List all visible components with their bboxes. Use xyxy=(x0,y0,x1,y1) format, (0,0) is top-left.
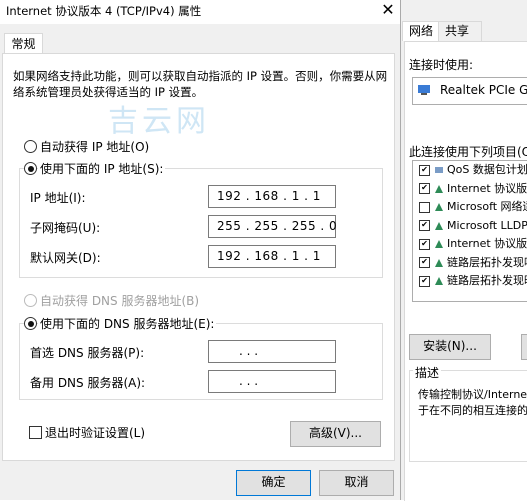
protocol-icon xyxy=(435,184,443,193)
dns-auto-radio[interactable] xyxy=(24,294,37,307)
description-text-1: 传输控制协议/Internet xyxy=(418,388,527,401)
adapter-name: Realtek PCIe GbE xyxy=(440,83,527,97)
dns-preferred-label: 首选 DNS 服务器(P): xyxy=(30,346,145,360)
item-label: Microsoft LLDP 协 xyxy=(447,218,527,232)
dns-alternate-label: 备用 DNS 服务器(A): xyxy=(30,376,146,390)
gateway-label: 默认网关(D): xyxy=(30,251,101,265)
ok-button[interactable]: 确定 xyxy=(236,470,311,496)
list-item[interactable]: ✔ Microsoft LLDP 协 xyxy=(413,217,527,236)
description-line-1: 如果网络支持此功能，则可以获取自动指派的 IP 设置。否则，你需要从网 xyxy=(13,69,388,83)
items-label: 此连接使用下列项目(O): xyxy=(409,145,527,159)
ip-auto-label[interactable]: 自动获得 IP 地址(O) xyxy=(40,138,149,155)
background-panel: 连接时使用: Realtek PCIe GbE 此连接使用下列项目(O): ✔ Q… xyxy=(404,41,527,501)
item-checkbox[interactable]: ✔ xyxy=(419,257,430,268)
item-checkbox[interactable]: ✔ xyxy=(419,220,430,231)
gateway-input[interactable]: 192 . 168 . 1 . 1 xyxy=(208,245,336,268)
dns-manual-label[interactable]: 使用下面的 DNS 服务器地址(E): xyxy=(38,315,217,332)
protocol-icon xyxy=(435,203,443,211)
dns-auto-label[interactable]: 自动获得 DNS 服务器地址(B) xyxy=(40,292,199,309)
item-label: 链路层拓扑发现响 xyxy=(447,255,527,269)
protocol-icon xyxy=(435,258,443,267)
list-item[interactable]: Microsoft 网络适 xyxy=(413,198,527,217)
items-list[interactable]: ✔ QoS 数据包计划程 ✔ Internet 协议版本 Microsoft 网络适… xyxy=(412,160,527,302)
item-label: Internet 协议版本 xyxy=(447,181,527,195)
cancel-button[interactable]: 取消 xyxy=(319,470,394,496)
list-item[interactable]: ✔ Internet 协议版本 xyxy=(413,235,527,254)
watermark-text: 吉云网 xyxy=(108,104,210,139)
ip-manual-radio[interactable] xyxy=(24,162,37,175)
validate-label[interactable]: 退出时验证设置(L) xyxy=(45,424,145,441)
adapter-field: Realtek PCIe GbE xyxy=(412,77,527,105)
list-item[interactable]: ✔ 链路层拓扑发现响 xyxy=(413,254,527,273)
subnet-input[interactable]: 255 . 255 . 255 . 0 xyxy=(208,215,337,238)
item-label: Microsoft 网络适 xyxy=(447,200,527,213)
item-label: QoS 数据包计划程 xyxy=(447,163,527,176)
ip-auto-radio[interactable] xyxy=(24,140,37,153)
item-label: Internet 协议版本 xyxy=(447,237,527,250)
general-panel: 如果网络支持此功能，则可以获取自动指派的 IP 设置。否则，你需要从网 络系统管… xyxy=(2,53,395,461)
list-item[interactable]: ✔ 链路层拓扑发现映 xyxy=(413,272,527,291)
subnet-label: 子网掩码(U): xyxy=(30,221,101,235)
protocol-icon xyxy=(435,240,443,248)
item-checkbox[interactable]: ✔ xyxy=(419,183,430,194)
dns-preferred-input[interactable]: . . . xyxy=(208,340,336,363)
connect-using-label: 连接时使用: xyxy=(409,58,474,72)
item-checkbox[interactable]: ✔ xyxy=(419,238,430,250)
ipv4-properties-dialog: Internet 协议版本 4 (TCP/IPv4) 属性 ✕ 常规 如果网络支… xyxy=(0,0,401,500)
description-text-2: 于在不同的相互连接的 xyxy=(418,404,527,417)
validate-checkbox[interactable] xyxy=(29,426,42,439)
description-label: 描述 xyxy=(413,364,442,381)
service-icon xyxy=(435,167,443,173)
background-dialog: 网络 共享 连接时使用: Realtek PCIe GbE 此连接使用下列项目(… xyxy=(400,0,527,501)
adapter-icon xyxy=(417,84,431,96)
item-checkbox[interactable]: ✔ xyxy=(419,164,430,176)
item-label: 链路层拓扑发现映 xyxy=(447,274,527,287)
install-button[interactable]: 安装(N)... xyxy=(409,334,491,360)
ip-manual-label[interactable]: 使用下面的 IP 地址(S): xyxy=(38,160,166,177)
uninstall-button[interactable] xyxy=(521,334,527,360)
ip-address-input[interactable]: 192 . 168 . 1 . 1 xyxy=(208,185,336,208)
item-checkbox[interactable]: ✔ xyxy=(419,275,430,287)
list-item[interactable]: ✔ QoS 数据包计划程 xyxy=(413,161,527,180)
list-item[interactable]: ✔ Internet 协议版本 xyxy=(413,180,527,199)
tab-general[interactable]: 常规 xyxy=(4,33,43,54)
dialog-title: Internet 协议版本 4 (TCP/IPv4) 属性 xyxy=(6,4,202,18)
advanced-button[interactable]: 高级(V)... xyxy=(290,421,381,447)
title-bar[interactable]: Internet 协议版本 4 (TCP/IPv4) 属性 ✕ xyxy=(0,0,400,24)
item-checkbox[interactable] xyxy=(419,201,430,213)
tab-share[interactable]: 共享 xyxy=(438,21,482,41)
close-icon[interactable]: ✕ xyxy=(378,0,398,20)
protocol-icon xyxy=(435,221,443,230)
dns-manual-radio[interactable] xyxy=(24,317,37,330)
protocol-icon xyxy=(435,277,443,285)
dns-alternate-input[interactable]: . . . xyxy=(208,370,336,393)
ip-address-label: IP 地址(I): xyxy=(30,191,86,205)
